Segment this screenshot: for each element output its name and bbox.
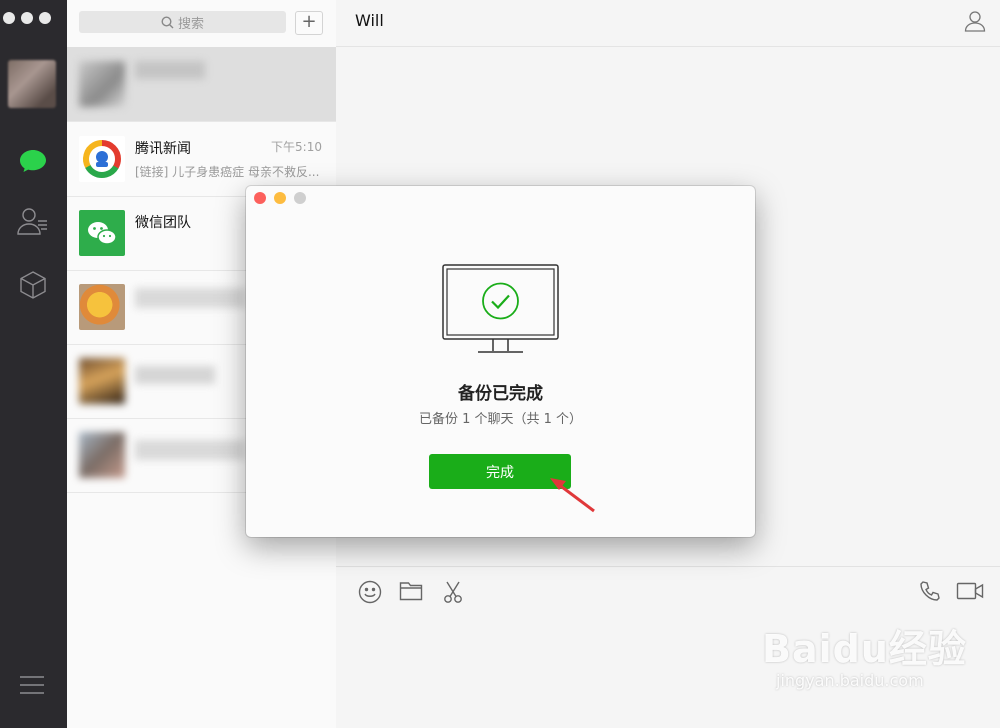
watermark-url: jingyan.baidu.com [776,671,924,690]
dialog-minimize-button[interactable] [274,192,286,204]
search-input[interactable]: 搜索 [79,11,286,33]
add-chat-button[interactable]: + [295,11,323,35]
window-close-button[interactable] [3,12,15,24]
composer-divider [336,566,1000,567]
dialog-window-controls [254,192,306,204]
watermark-logo-text: Baidu经验 [762,627,967,671]
profile-icon[interactable] [964,10,986,36]
scissors-icon[interactable] [443,580,463,608]
dialog-zoom-button [294,192,306,204]
contact-name-obscured [135,366,215,384]
conversation-item[interactable] [67,47,336,122]
baidu-watermark: Baidu经验 jingyan.baidu.com [762,618,967,690]
menu-icon[interactable] [20,676,44,698]
search-placeholder: 搜索 [177,16,204,32]
annotation-arrow [548,476,598,518]
contact-avatar [79,284,125,330]
chat-title: Will [355,11,384,30]
favorites-tab-icon[interactable] [16,268,50,302]
contact-avatar [79,358,125,404]
contact-name-obscured [135,288,245,308]
window-controls [3,12,51,24]
search-icon [161,15,174,28]
contact-name-obscured [135,61,205,79]
dialog-close-button[interactable] [254,192,266,204]
contact-avatar [79,61,125,107]
backup-complete-dialog: 备份已完成 已备份 1 个聊天（共 1 个） 完成 [246,186,755,537]
message-time: 下午5:10 [271,140,322,154]
chat-tab-icon[interactable] [16,144,50,178]
window-zoom-button[interactable] [39,12,51,24]
app-sidebar [0,0,67,728]
dialog-title: 备份已完成 [458,384,543,404]
chat-header: Will [336,0,1000,47]
contact-name: 微信团队 [135,215,191,231]
contact-name-obscured [135,440,245,460]
contact-name: 腾讯新闻 [135,141,191,157]
window-minimize-button[interactable] [21,12,33,24]
wechat-team-avatar [79,210,125,256]
my-avatar[interactable] [8,60,56,108]
tencent-news-avatar [79,136,125,182]
monitor-check-icon [442,264,559,360]
voice-call-icon[interactable] [919,580,941,606]
dialog-subtitle: 已备份 1 个聊天（共 1 个） [418,412,583,427]
emoji-icon[interactable] [358,580,382,608]
contact-avatar [79,432,125,478]
contacts-tab-icon[interactable] [16,204,50,238]
message-preview: [链接] 儿子身患癌症 母亲不救反... [135,165,320,179]
video-call-icon[interactable] [956,580,984,606]
folder-icon[interactable] [399,580,423,606]
